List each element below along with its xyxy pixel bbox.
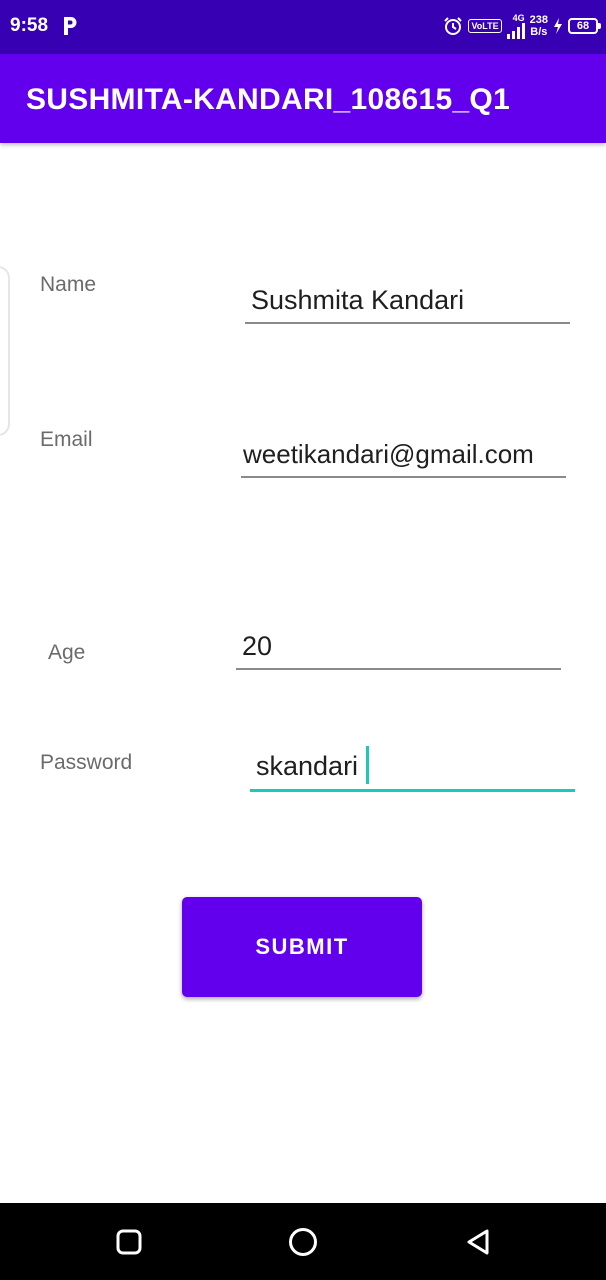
recents-icon[interactable] bbox=[112, 1225, 146, 1259]
name-label: Name bbox=[40, 273, 97, 296]
speed-value: 238 bbox=[529, 14, 548, 26]
password-label: Password bbox=[40, 751, 133, 774]
network-type: 4G bbox=[512, 12, 525, 23]
charging-icon bbox=[553, 18, 563, 34]
page-title: SUSHMITA-KANDARI_108615_Q1 bbox=[26, 83, 511, 116]
back-icon[interactable] bbox=[461, 1225, 495, 1259]
age-input[interactable] bbox=[236, 628, 561, 670]
navigation-bar bbox=[0, 1203, 606, 1280]
app-bar: SUSHMITA-KANDARI_108615_Q1 bbox=[0, 54, 606, 143]
network-speed: 238 B/s bbox=[530, 14, 548, 38]
p-icon bbox=[62, 15, 78, 37]
name-input[interactable] bbox=[245, 282, 570, 324]
email-input[interactable] bbox=[241, 436, 566, 478]
alarm-icon bbox=[443, 16, 463, 36]
status-bar: 9:58 VoLTE 4G 238 B/s 68 bbox=[0, 0, 606, 54]
volte-icon: VoLTE bbox=[468, 19, 502, 33]
text-cursor bbox=[366, 746, 369, 784]
signal-icon: 4G bbox=[506, 12, 525, 39]
battery-icon: 68 bbox=[568, 18, 601, 34]
speed-unit: B/s bbox=[530, 26, 548, 38]
side-card bbox=[0, 266, 10, 436]
status-icons: VoLTE 4G 238 B/s 68 bbox=[443, 10, 601, 42]
status-time: 9:58 bbox=[10, 15, 49, 36]
submit-button[interactable]: SUBMIT bbox=[182, 897, 422, 997]
password-input[interactable] bbox=[250, 747, 575, 792]
age-label: Age bbox=[48, 641, 86, 664]
home-icon[interactable] bbox=[286, 1225, 320, 1259]
email-label: Email bbox=[40, 428, 93, 451]
